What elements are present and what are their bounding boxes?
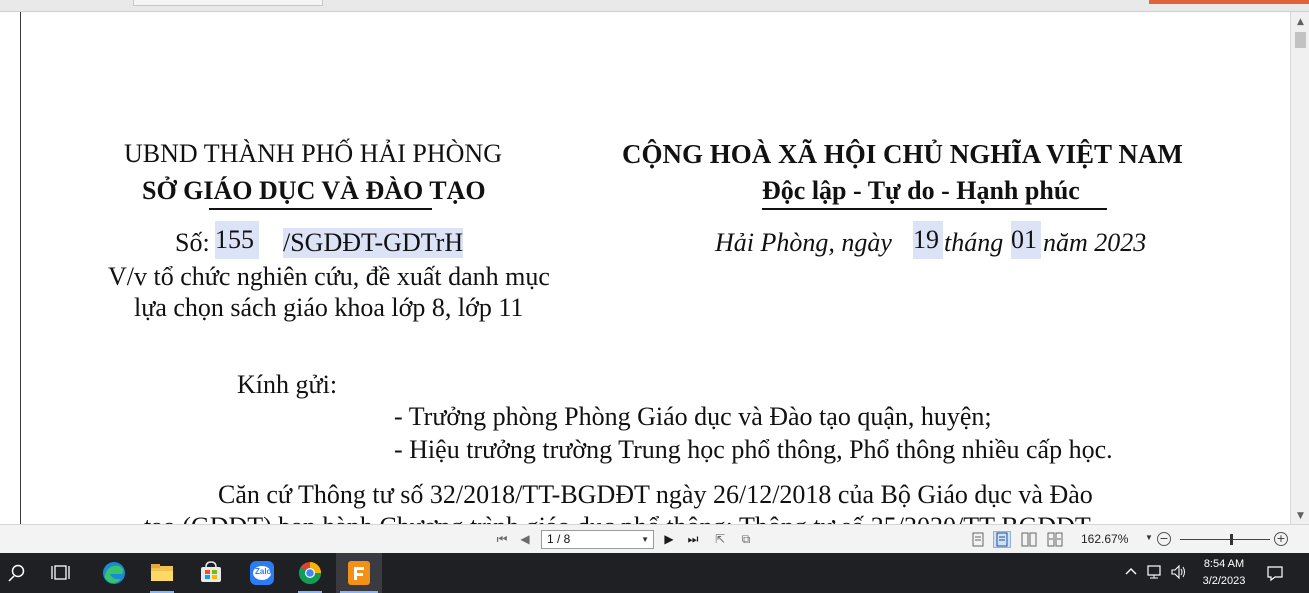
- search-icon[interactable]: [0, 553, 44, 593]
- foxit-pdf-icon[interactable]: [336, 553, 382, 593]
- recipient-1: - Trưởng phòng Phòng Giáo dục và Đào tạo…: [394, 402, 992, 431]
- accent-bar: [1149, 0, 1309, 4]
- left-underline: [209, 208, 432, 210]
- facing-view-icon[interactable]: [1020, 531, 1038, 548]
- single-page-view-icon[interactable]: [969, 531, 987, 548]
- continuous-view-icon[interactable]: [993, 531, 1011, 548]
- greeting: Kính gửi:: [237, 370, 338, 399]
- first-page-icon[interactable]: ⏮: [494, 531, 510, 548]
- doc-number-value: 155: [215, 221, 259, 259]
- date-month-label: tháng: [944, 228, 1004, 257]
- scroll-down-icon[interactable]: ▼: [1291, 508, 1309, 524]
- next-view-icon[interactable]: ⧉: [737, 531, 755, 548]
- page-indicator: 1 / 8: [547, 532, 571, 546]
- zalo-label: Zalo: [255, 567, 272, 576]
- windows-taskbar: Zalo 8:54 AM 3/2/2023: [0, 553, 1309, 593]
- clock-time[interactable]: 8:54 AM: [1196, 558, 1252, 570]
- task-view-icon[interactable]: [40, 553, 84, 593]
- date-prefix: Hải Phòng, ngày: [715, 228, 892, 257]
- national-title: CỘNG HOÀ XÃ HỘI CHỦ NGHĨA VIỆT NAM: [622, 139, 1183, 169]
- previous-page-icon[interactable]: ◀: [518, 531, 532, 548]
- network-icon[interactable]: [1146, 564, 1164, 580]
- notification-icon[interactable]: [1266, 564, 1284, 582]
- edge-icon[interactable]: [92, 553, 136, 593]
- volume-icon[interactable]: [1170, 564, 1188, 580]
- recipient-2: - Hiệu trưởng trường Trung học phổ thông…: [394, 435, 1113, 464]
- body-line-2: tạo (GDĐT) ban hành Chương trình giáo dụ…: [144, 512, 1091, 524]
- zalo-icon[interactable]: Zalo: [240, 553, 284, 593]
- date-day: 19: [913, 221, 943, 259]
- vertical-scrollbar[interactable]: ▲ ▼: [1290, 12, 1309, 524]
- last-page-icon[interactable]: ⏭: [684, 531, 702, 548]
- file-explorer-icon[interactable]: [140, 553, 184, 593]
- body-line-1: Căn cứ Thông tư số 32/2018/TT-BGDĐT ngày…: [218, 480, 1093, 509]
- scroll-up-icon[interactable]: ▲: [1291, 14, 1309, 30]
- pdf-toolbar: ⏮ ◀ 1 / 8 ▼ ▶ ⏭ ⇱ ⧉ 162.67% ▼ − +: [0, 524, 1309, 553]
- doc-number-label: Số:: [175, 228, 210, 257]
- left-org-line2: SỞ GIÁO DỤC VÀ ĐÀO TẠO: [142, 176, 486, 205]
- next-page-icon[interactable]: ▶: [662, 531, 676, 548]
- national-motto: Độc lập - Tự do - Hạnh phúc: [762, 176, 1080, 205]
- date-month: 01: [1011, 221, 1041, 259]
- zoom-slider-thumb[interactable]: [1230, 534, 1233, 545]
- date-year: năm 2023: [1043, 228, 1147, 257]
- chevron-down-icon: ▼: [641, 535, 649, 544]
- page-edge: [20, 12, 21, 524]
- chrome-icon[interactable]: [288, 553, 332, 593]
- zoom-dropdown-icon[interactable]: ▼: [1145, 533, 1153, 542]
- show-hidden-icons-icon[interactable]: [1124, 565, 1138, 579]
- clock-date[interactable]: 3/2/2023: [1196, 575, 1252, 587]
- pdf-document-view: UBND THÀNH PHỐ HẢI PHÒNG SỞ GIÁO DỤC VÀ …: [0, 12, 1290, 524]
- store-icon[interactable]: [189, 553, 233, 593]
- doc-number-suffix: /SGDĐT-GDTrH: [283, 228, 464, 258]
- motto-underline: [762, 208, 1107, 210]
- scroll-thumb[interactable]: [1295, 32, 1306, 48]
- continuous-facing-view-icon[interactable]: [1046, 531, 1064, 548]
- subject-line1: V/v tổ chức nghiên cứu, đề xuất danh mục: [108, 262, 550, 291]
- zoom-level[interactable]: 162.67%: [1081, 532, 1128, 546]
- left-org-line1: UBND THÀNH PHỐ HẢI PHÒNG: [124, 139, 502, 168]
- subject-line2: lựa chọn sách giáo khoa lớp 8, lớp 11: [134, 293, 524, 322]
- zoom-slider[interactable]: [1180, 539, 1270, 540]
- previous-view-icon[interactable]: ⇱: [711, 531, 729, 548]
- zoom-in-icon[interactable]: +: [1274, 532, 1288, 546]
- window-top-strip: [0, 0, 1309, 12]
- page-selector[interactable]: 1 / 8 ▼: [541, 530, 654, 549]
- zoom-out-icon[interactable]: −: [1157, 532, 1171, 546]
- tab-edge[interactable]: [133, 0, 323, 6]
